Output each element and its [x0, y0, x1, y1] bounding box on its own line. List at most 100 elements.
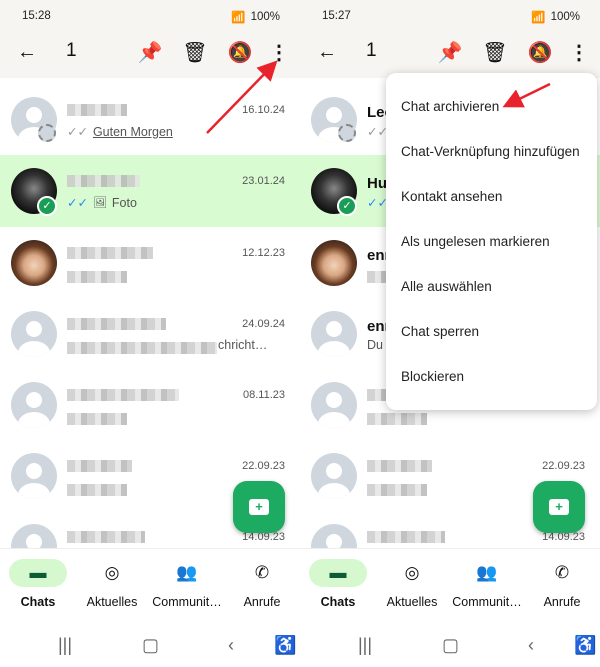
communities-icon: 👥 [476, 563, 498, 582]
more-vert-icon: ⋮ [569, 41, 589, 64]
avatar-head [26, 321, 42, 337]
pin-button[interactable]: 📌 [437, 39, 463, 65]
chat-row[interactable]: 24.09.24 chricht… [0, 298, 300, 370]
battery-level: 100% [550, 11, 580, 23]
chat-preview: ✓✓ 🖼 Foto [67, 195, 137, 211]
blurred-name [67, 318, 166, 330]
preview-text: Foto [111, 195, 137, 210]
bottom-navigation: ▬ Chats ◎ Aktuelles 👥 Communit… ✆ Anrufe [0, 548, 300, 620]
trash-icon: 🗑 [482, 41, 508, 64]
menu-item[interactable]: Blockieren [401, 369, 464, 384]
nav-item-chats[interactable]: ▬ Chats [303, 559, 373, 609]
nav-label: Communit… [452, 595, 522, 609]
avatar-head [26, 463, 42, 479]
avatar-body [18, 341, 50, 357]
nav-label: Anrufe [543, 595, 581, 609]
avatar-body [18, 483, 50, 499]
blurred-preview [367, 484, 427, 496]
accessibility-button[interactable]: ♿ [274, 635, 296, 656]
nav-item-anrufe[interactable]: ✆ Anrufe [527, 559, 597, 609]
chat-row[interactable]: 16.10.24 ✓✓ Guten Morgen [0, 84, 300, 156]
avatar-head [26, 107, 42, 123]
nav-item-communit[interactable]: 👥 Communit… [452, 559, 522, 609]
blurred-name [67, 104, 127, 116]
nav-item-anrufe[interactable]: ✆ Anrufe [227, 559, 297, 609]
bell-off-button[interactable]: 🔕 [527, 39, 553, 65]
menu-item[interactable]: Chat archivieren [401, 99, 499, 114]
chats-icon: ▬ [9, 559, 67, 587]
blurred-preview [67, 342, 217, 354]
avatar-body [318, 483, 350, 499]
nav-item-chats[interactable]: ▬ Chats [3, 559, 73, 609]
nav-item-aktuelles[interactable]: ◎ Aktuelles [77, 559, 147, 609]
image-icon: 🖼 [92, 197, 107, 209]
trash-button[interactable]: 🗑 [482, 39, 508, 65]
more-vert-button[interactable]: ⋮ [266, 39, 292, 65]
chat-date: 22.09.23 [542, 460, 585, 472]
back-arrow-button[interactable]: ← [14, 39, 40, 65]
disappearing-timer-icon [38, 124, 56, 142]
menu-item[interactable]: Kontakt ansehen [401, 189, 502, 204]
avatar-head [326, 392, 342, 408]
chat-preview: ✓✓ [367, 195, 388, 210]
avatar [11, 311, 57, 357]
double-check-icon: ✓✓ [367, 125, 388, 139]
home-button[interactable]: ▢ [442, 635, 459, 656]
top-app-bar: 15:27 📶 100% ← 📌 🗑 🔕 ⋮ 1 [300, 0, 600, 78]
bell-off-icon: 🔕 [527, 41, 553, 64]
preview-text: chricht… [218, 338, 268, 352]
chat-date: 24.09.24 [242, 318, 285, 330]
blurred-name [67, 531, 145, 543]
bottom-navigation: ▬ Chats ◎ Aktuelles 👥 Communit… ✆ Anrufe [300, 548, 600, 620]
blurred-name [67, 247, 153, 259]
avatar [311, 382, 357, 428]
selected-count: 1 [366, 40, 377, 61]
recent-apps-button[interactable]: ||| [358, 635, 372, 656]
blurred-name [367, 531, 445, 543]
chat-row[interactable]: ✓ 23.01.24 ✓✓ 🖼 Foto [0, 155, 300, 227]
menu-item[interactable]: Chat sperren [401, 324, 479, 339]
avatar [311, 311, 357, 357]
back-arrow-icon: ← [17, 40, 37, 63]
new-chat-icon: + [249, 499, 269, 515]
back-arrow-button[interactable]: ← [314, 39, 340, 65]
new-chat-icon: + [549, 499, 569, 515]
accessibility-button[interactable]: ♿ [574, 635, 596, 656]
menu-item[interactable]: Chat-Verknüpfung hinzufügen [401, 144, 580, 159]
status-time: 15:28 [22, 10, 51, 22]
selected-check-icon: ✓ [37, 196, 57, 216]
new-chat-button[interactable]: + [233, 481, 285, 533]
blurred-preview [67, 484, 127, 496]
back-button[interactable]: ‹ [528, 635, 534, 656]
double-check-icon: ✓✓ [67, 196, 88, 210]
back-button[interactable]: ‹ [228, 635, 234, 656]
nav-item-communit[interactable]: 👥 Communit… [152, 559, 222, 609]
more-vert-button[interactable]: ⋮ [566, 39, 592, 65]
bell-off-button[interactable]: 🔕 [227, 39, 253, 65]
more-vert-icon: ⋮ [269, 41, 289, 64]
selected-count: 1 [66, 40, 77, 61]
avatar-head [26, 392, 42, 408]
avatar-head [326, 107, 342, 123]
calls-icon: ✆ [554, 563, 570, 582]
signal-wifi-icon: 📶 [231, 12, 246, 24]
menu-item[interactable]: Als ungelesen markieren [401, 234, 550, 249]
avatar [311, 240, 357, 286]
chat-row[interactable]: 12.12.23 [0, 227, 300, 299]
pin-icon: 📌 [437, 41, 463, 64]
status-bar: 15:27 📶 100% [322, 10, 580, 24]
menu-item[interactable]: Alle auswählen [401, 279, 492, 294]
phone-screen-1: 15:28 📶 100% ← 📌 🗑 🔕 ⋮ 1 16.10.24 ✓✓ Guten Morgen ✓ 2… [0, 0, 300, 667]
double-check-icon: ✓✓ [367, 196, 388, 210]
home-button[interactable]: ▢ [142, 635, 159, 656]
recent-apps-button[interactable]: ||| [58, 635, 72, 656]
pin-button[interactable]: 📌 [137, 39, 163, 65]
nav-label: Aktuelles [386, 595, 438, 609]
nav-item-aktuelles[interactable]: ◎ Aktuelles [377, 559, 447, 609]
chat-row[interactable]: 08.11.23 [0, 369, 300, 441]
new-chat-button[interactable]: + [533, 481, 585, 533]
signal-wifi-icon: 📶 [531, 12, 546, 24]
avatar [11, 382, 57, 428]
nav-label: Communit… [152, 595, 222, 609]
trash-button[interactable]: 🗑 [182, 39, 208, 65]
